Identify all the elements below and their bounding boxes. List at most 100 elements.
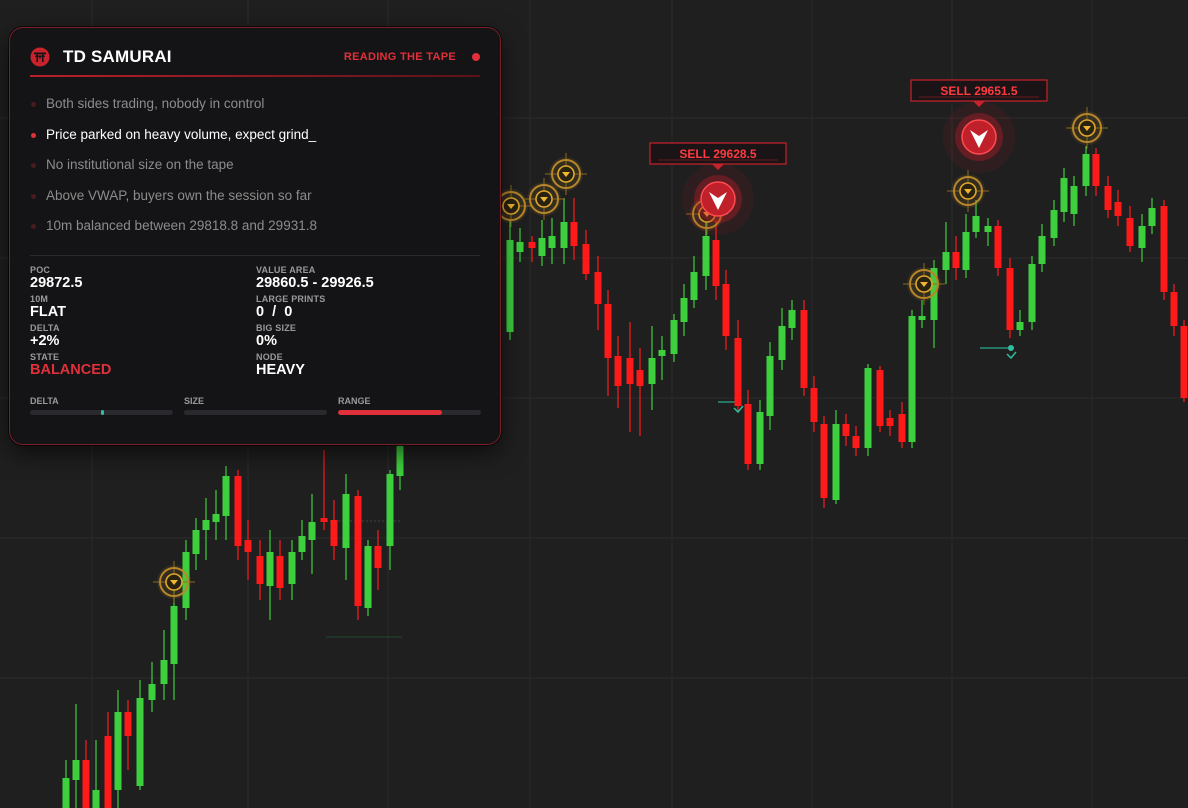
candle-body <box>222 476 230 516</box>
candle-body <box>1104 186 1112 210</box>
candle-body <box>560 222 568 248</box>
candle <box>1160 200 1168 300</box>
candle <box>1082 146 1090 196</box>
stat-value: 0 / 0 <box>256 304 293 320</box>
candle-body <box>898 414 906 442</box>
candle-body <box>722 284 730 336</box>
entry-dot <box>1008 345 1014 351</box>
candle-body <box>212 514 220 522</box>
candle <box>276 540 284 600</box>
candle-body <box>712 240 720 286</box>
chevron-down-circle-icon[interactable] <box>1066 107 1108 149</box>
candle <box>114 690 122 808</box>
candle-body <box>1016 322 1024 330</box>
stat-label: POC <box>30 265 51 275</box>
candle <box>1180 320 1188 402</box>
header-divider <box>30 75 480 77</box>
candle-body <box>734 338 742 406</box>
candle <box>222 466 230 540</box>
candle-body <box>244 540 252 552</box>
candle-body <box>962 232 970 270</box>
candle-body <box>516 242 524 252</box>
candle <box>594 256 602 330</box>
candle <box>984 218 992 246</box>
candle <box>722 270 730 350</box>
message-item: Both sides trading, nobody in control <box>30 96 480 127</box>
candle <box>192 518 200 570</box>
meter-size: SIZE <box>184 396 327 415</box>
candle <box>658 336 666 380</box>
candle <box>124 700 132 770</box>
candle-body <box>1092 154 1100 186</box>
candle-body <box>298 536 306 552</box>
status-label: READING THE TAPE <box>343 51 456 63</box>
candle <box>82 740 90 808</box>
sell-signal-2[interactable]: SELL 29651.5 <box>910 79 1048 107</box>
candle <box>160 630 168 700</box>
candle <box>560 198 568 264</box>
stat-label: 10M <box>30 294 49 304</box>
candle-body <box>276 556 284 588</box>
candle-body <box>614 356 622 386</box>
candle <box>256 540 264 600</box>
candle <box>506 220 514 340</box>
stat-value: 29872.5 <box>30 275 83 291</box>
candle <box>648 326 656 410</box>
stat-label: NODE <box>256 352 283 362</box>
candle-body <box>92 790 100 808</box>
candle <box>212 490 220 540</box>
candle-body <box>876 370 884 426</box>
candle <box>908 310 916 448</box>
candle-body <box>256 556 264 584</box>
candle-body <box>604 304 612 358</box>
meter-track <box>338 410 481 415</box>
candle <box>364 540 372 616</box>
samurai-panel: TD SAMURAI READING THE TAPE Both sides t… <box>9 27 501 445</box>
candle <box>766 342 774 430</box>
sell-arrow-icon[interactable] <box>682 163 754 235</box>
stat-value: 29860.5 - 29926.5 <box>256 275 374 291</box>
stat-big-size: BIG SIZE 0% <box>256 323 476 350</box>
candle-body <box>148 684 156 700</box>
stat-value: +2% <box>30 333 60 349</box>
candle-body <box>1028 264 1036 322</box>
stat-value: FLAT <box>30 304 66 320</box>
candle-body <box>594 272 602 304</box>
message-text: 10m balanced between 29818.8 and 29931.8 <box>46 218 317 233</box>
message-text: Both sides trading, nobody in control <box>46 96 265 111</box>
stat-value-area: VALUE AREA 29860.5 - 29926.5 <box>256 265 476 292</box>
candle-body <box>994 226 1002 268</box>
candle <box>582 230 590 280</box>
candle-body <box>234 476 242 546</box>
bullet-dot <box>31 193 36 199</box>
sell-arrow-icon[interactable] <box>943 101 1015 173</box>
candle <box>202 498 210 560</box>
candle <box>886 410 894 436</box>
sell-signal-1[interactable]: SELL 29628.5 <box>649 142 787 170</box>
candle-body <box>778 326 786 360</box>
candle-body <box>800 310 808 388</box>
bullet-dot <box>31 163 36 168</box>
candle <box>92 740 100 808</box>
chevron-down-circle-icon[interactable] <box>947 170 989 212</box>
candle-body <box>1160 206 1168 292</box>
candle <box>136 680 144 790</box>
candle-body <box>972 216 980 232</box>
candle-body <box>396 446 404 476</box>
chevron-down-circle-icon[interactable] <box>903 263 945 305</box>
candle <box>604 290 612 396</box>
stat-label: BIG SIZE <box>256 323 297 333</box>
candle-body <box>1082 154 1090 186</box>
candle <box>72 704 80 808</box>
candle-body <box>330 520 338 546</box>
candle-body <box>386 474 394 546</box>
candle-body <box>744 404 752 464</box>
meter-range: RANGE <box>338 396 481 415</box>
stat-label: VALUE AREA <box>256 265 316 275</box>
candle-body <box>942 252 950 270</box>
candle-body <box>788 310 796 328</box>
candle <box>516 228 524 262</box>
candle-body <box>984 226 992 232</box>
candle-body <box>702 236 710 276</box>
candle-body <box>680 298 688 322</box>
